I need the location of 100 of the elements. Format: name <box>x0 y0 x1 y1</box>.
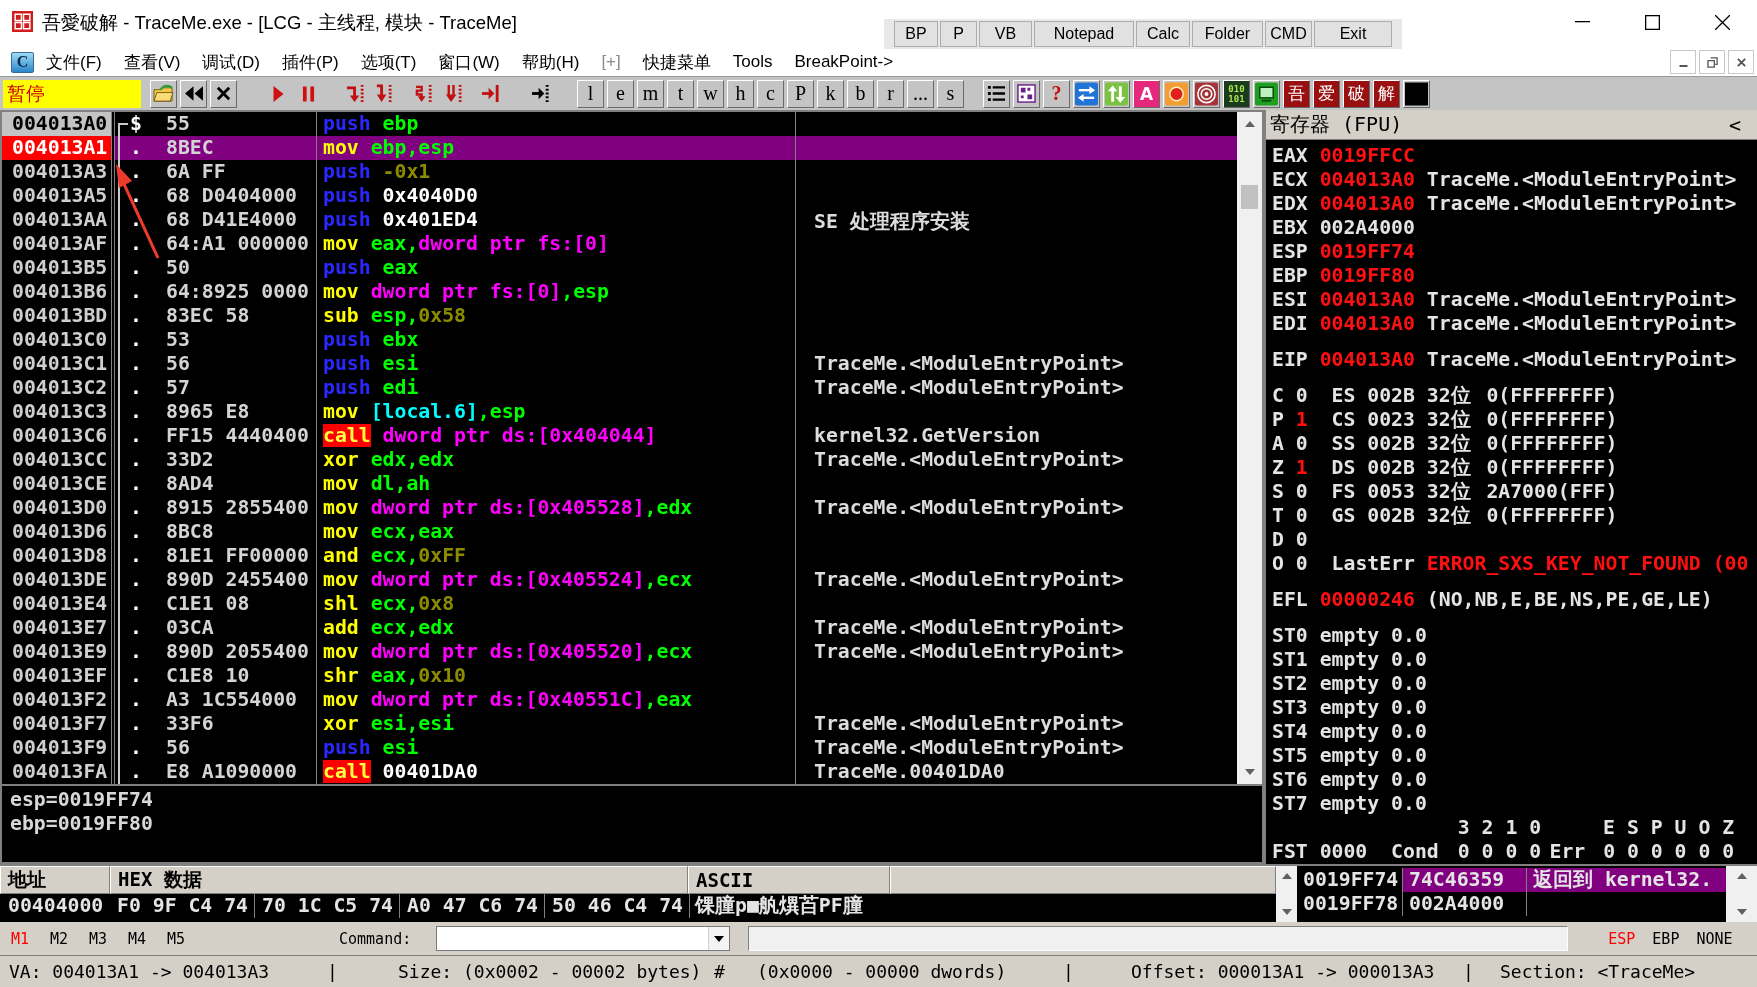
column-header[interactable]: 地址 <box>0 866 110 894</box>
toolbar-button[interactable] <box>210 79 237 108</box>
scrollbar-thumb[interactable] <box>1241 185 1258 209</box>
toolbar-button[interactable]: t <box>667 79 694 108</box>
toolbar-button[interactable]: m <box>637 79 664 108</box>
column-header[interactable]: ASCII <box>688 866 890 894</box>
memory-tab[interactable]: M3 <box>89 929 128 948</box>
toolbar-button[interactable]: P <box>787 79 814 108</box>
hex-bytes: 50 46 C4 74 <box>552 894 683 917</box>
address-cell-text: 004013E7 <box>11 616 109 640</box>
quick-launch-button[interactable]: P <box>940 21 977 47</box>
hex-bytes: 53 <box>166 328 190 351</box>
bent-arrow-icon <box>345 84 366 103</box>
window-menu-button[interactable]: C <box>11 51 34 73</box>
quick-launch-button[interactable]: Notepad <box>1034 21 1134 47</box>
memory-tab[interactable]: M5 <box>167 929 206 948</box>
caret-down-icon <box>714 935 725 942</box>
toolbar-button[interactable]: A <box>1133 79 1160 108</box>
menu-item[interactable]: 调试(D) <box>191 49 271 75</box>
toolbar-button[interactable]: b <box>847 79 874 108</box>
register-value: 004013A0 <box>1319 312 1415 336</box>
close-button[interactable] <box>1728 50 1754 74</box>
column-header[interactable]: HEX 数据 <box>110 866 688 894</box>
quick-launch-button[interactable]: Exit <box>1314 21 1392 47</box>
register-value: 00000246 <box>1319 588 1415 612</box>
caret-down-icon[interactable] <box>1735 908 1748 916</box>
caret-down-icon[interactable] <box>1243 768 1256 776</box>
caret-up-icon[interactable] <box>1280 872 1293 880</box>
function-marker: . <box>130 304 142 327</box>
menu-item[interactable]: BreakPoint-> <box>783 49 905 75</box>
bit-label: O <box>1698 816 1711 840</box>
toolbar-button[interactable]: ? <box>1043 79 1070 108</box>
toolbar-button[interactable] <box>1253 79 1280 108</box>
menu-item[interactable]: 快捷菜单 <box>631 49 722 75</box>
toolbar-button[interactable]: l <box>577 79 604 108</box>
menu-item[interactable]: 查看(V) <box>112 49 192 75</box>
menu-item[interactable]: 帮助(H) <box>510 49 591 75</box>
segment-limit: 0(FFFFFFFF) <box>1486 432 1618 456</box>
quick-launch-button[interactable]: Calc <box>1136 21 1190 47</box>
register-value: 004013A0 <box>1319 288 1415 312</box>
toolbar-button[interactable] <box>1403 79 1430 108</box>
memory-tab[interactable]: M4 <box>128 929 167 948</box>
flags-decoded: (NO,NB,E,BE,NS,PE,GE,LE) <box>1426 588 1713 612</box>
restore-button[interactable] <box>1699 50 1725 74</box>
cond-label: Cond <box>1391 840 1439 864</box>
menu-item[interactable]: 窗口(W) <box>427 49 511 75</box>
toolbar-button[interactable]: 破 <box>1343 79 1370 108</box>
toolbar-button[interactable]: 解 <box>1373 79 1400 108</box>
instruction: mov dl,ah <box>323 472 431 495</box>
quick-launch-button[interactable]: VB <box>979 21 1032 47</box>
register-value: 0019FFCC <box>1319 144 1415 168</box>
toolbar-button[interactable]: 吾 <box>1283 79 1310 108</box>
toolbar-button[interactable] <box>180 79 207 108</box>
stack-value: 002A4000 <box>1409 892 1505 915</box>
status-text: Offset: 000013A1 -> 000013A3 <box>1131 961 1435 982</box>
caret-down-icon[interactable] <box>1280 908 1293 916</box>
menu-item[interactable]: 文件(F) <box>35 49 113 75</box>
toolbar-button[interactable]: c <box>757 79 784 108</box>
flag-value: 0 <box>1295 480 1308 504</box>
menu-item[interactable]: 插件(P) <box>271 49 350 75</box>
segment-selector: 0023 <box>1367 408 1415 432</box>
scrollbar[interactable] <box>1237 112 1262 784</box>
minimize-button[interactable] <box>1670 50 1696 74</box>
quick-launch-button[interactable]: CMD <box>1265 21 1312 47</box>
caret-up-icon[interactable] <box>1735 872 1748 880</box>
toolbar-button[interactable]: w <box>697 79 724 108</box>
bit-label: 2 <box>1481 816 1494 840</box>
menu-item[interactable]: Tools <box>721 49 784 75</box>
address-cell-text: 004013F2 <box>11 688 109 712</box>
dropdown-button[interactable] <box>708 927 730 950</box>
toolbar-button[interactable]: e <box>607 79 634 108</box>
toolbar-button[interactable] <box>1013 79 1040 108</box>
scrollbar[interactable] <box>1726 866 1757 922</box>
toolbar-button[interactable] <box>983 79 1010 108</box>
menu-item[interactable]: 选项(T) <box>349 49 428 75</box>
toolbar-button[interactable]: ... <box>907 79 934 108</box>
memory-tab[interactable]: M2 <box>50 929 89 948</box>
toolbar-button[interactable]: r <box>877 79 904 108</box>
hex-bytes: F0 9F C4 74 <box>117 894 248 917</box>
instruction: shr eax,0x10 <box>323 664 466 687</box>
quick-launch-button[interactable]: Folder <box>1192 21 1263 47</box>
toolbar-button[interactable]: 010 101 <box>1223 79 1250 108</box>
ascii-text: 馃膧p■舧熼苩PF膧 <box>695 894 863 917</box>
command-field[interactable] <box>436 926 731 951</box>
collapse-button[interactable]: < <box>1726 112 1743 137</box>
instruction: push 0x4040D0 <box>323 184 478 207</box>
toolbar-button[interactable]: s <box>937 79 964 108</box>
toolbar-button[interactable] <box>1193 79 1220 108</box>
quick-launch-button[interactable]: BP <box>894 21 938 47</box>
caret-up-icon[interactable] <box>1243 120 1256 128</box>
bit-label: 1 <box>1505 816 1518 840</box>
toolbar-button[interactable]: 爱 <box>1313 79 1340 108</box>
stack-mode-button[interactable]: EBP <box>1652 929 1680 948</box>
toolbar-button[interactable]: h <box>727 79 754 108</box>
stack-mode-button[interactable]: NONE <box>1696 929 1733 948</box>
instruction: push esi <box>323 352 419 375</box>
fpu-tag: empty <box>1319 720 1380 744</box>
scrollbar[interactable] <box>1276 866 1297 922</box>
toolbar-button[interactable]: k <box>817 79 844 108</box>
function-marker: . <box>130 568 142 591</box>
